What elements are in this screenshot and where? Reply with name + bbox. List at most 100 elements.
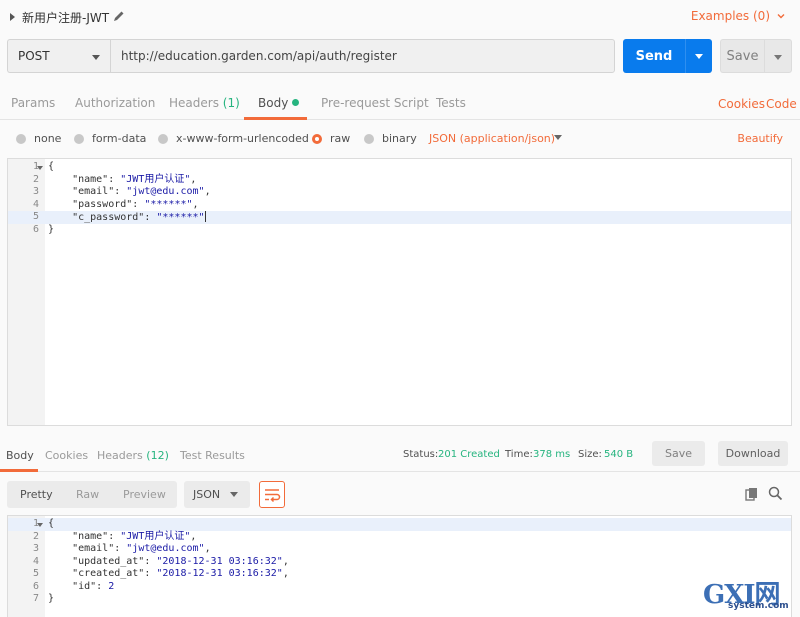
code-punct: , — [204, 186, 211, 197]
code-line: 5 "c_password": "******" — [8, 211, 791, 224]
radio-raw[interactable]: raw — [312, 132, 350, 145]
code-line: 7} — [8, 593, 791, 606]
code-line: 5 "created_at": "2018-12-31 03:16:32", — [8, 568, 791, 581]
radio-form-data[interactable]: form-data — [74, 132, 146, 145]
resp-tab-cookies[interactable]: Cookies — [45, 449, 88, 462]
code-line: 2 "name": "JWT用户认证", — [8, 531, 791, 544]
radio-binary-label: binary — [382, 132, 417, 145]
method-select[interactable]: POST — [7, 39, 110, 73]
url-value: http://education.garden.com/api/auth/reg… — [121, 49, 397, 63]
format-toggle-group: Pretty Raw Preview — [7, 481, 177, 508]
fold-arrow-icon[interactable] — [37, 166, 43, 170]
save-button[interactable]: Save — [720, 39, 764, 73]
save-options-button[interactable] — [764, 39, 792, 73]
code-text: "name": "JWT用户认证", — [48, 530, 197, 542]
examples-dropdown[interactable]: Examples (0) — [691, 9, 786, 23]
tab-params[interactable]: Params — [11, 96, 55, 110]
radio-dot — [364, 133, 374, 144]
fold-arrow-icon[interactable] — [37, 523, 43, 527]
code-text: "email": "jwt@edu.com", — [48, 543, 211, 554]
request-tabs: Params Authorization Headers (1) Body Pr… — [0, 88, 800, 120]
code-text: { — [48, 161, 54, 174]
format-raw[interactable]: Raw — [76, 488, 99, 501]
response-save-button[interactable]: Save — [652, 441, 705, 466]
code-text: "id": 2 — [48, 580, 115, 592]
text-cursor — [204, 211, 206, 222]
code-brace: } — [48, 223, 55, 235]
code-line: 1{ — [8, 518, 791, 531]
line-number: 3 — [32, 186, 39, 197]
tab-body-label: Body — [258, 96, 289, 110]
code-text: } — [48, 593, 54, 606]
line-number: 1 — [32, 161, 39, 172]
format-pretty[interactable]: Pretty — [20, 488, 53, 501]
send-button[interactable]: Send — [623, 39, 685, 73]
body-indicator-dot — [292, 99, 300, 106]
radio-binary[interactable]: binary — [364, 132, 417, 145]
radio-urlencoded[interactable]: x-www-form-urlencoded — [158, 132, 309, 145]
code-punct: , — [282, 555, 289, 567]
radio-urlencoded-label: x-www-form-urlencoded — [176, 132, 309, 145]
code-text: "name": "JWT用户认证", — [48, 173, 197, 185]
response-body-viewer[interactable]: 1{2 "name": "JWT用户认证", 3 "email": "jwt@ed… — [7, 515, 792, 617]
json-key: "name" — [48, 530, 109, 542]
json-value: "******" — [144, 198, 193, 210]
language-select[interactable]: JSON — [184, 481, 250, 508]
send-options-button[interactable] — [685, 39, 712, 73]
tab-tests[interactable]: Tests — [436, 96, 466, 110]
code-punct: , — [190, 173, 197, 185]
url-input[interactable]: http://education.garden.com/api/auth/reg… — [110, 39, 615, 73]
json-key: "updated_at" — [48, 555, 145, 567]
size-label: Size: — [578, 449, 602, 460]
collapse-caret-icon[interactable] — [10, 13, 15, 21]
line-number: 7 — [32, 593, 39, 604]
format-preview[interactable]: Preview — [123, 488, 166, 501]
request-name[interactable]: 新用户注册-JWT — [22, 9, 109, 26]
line-number: 4 — [32, 555, 39, 567]
active-tab-indicator — [244, 117, 307, 120]
chevron-down-icon[interactable] — [554, 135, 562, 140]
code-text: "password": "******", — [48, 198, 199, 210]
json-key: "created_at" — [48, 568, 145, 579]
json-key: "password" — [48, 198, 133, 210]
chevron-down-icon — [695, 54, 703, 59]
tab-prerequest-script[interactable]: Pre-request Script — [321, 96, 429, 110]
time-value[interactable]: 378 ms — [533, 449, 570, 460]
search-icon[interactable] — [768, 486, 783, 501]
request-body-editor[interactable]: 1{2 "name": "JWT用户认证", 3 "email": "jwt@ed… — [7, 158, 792, 426]
content-type-dropdown[interactable]: JSON (application/json) — [429, 132, 555, 145]
tab-authorization[interactable]: Authorization — [75, 96, 155, 110]
resp-tab-test-results[interactable]: Test Results — [180, 449, 245, 462]
tab-headers[interactable]: Headers (1) — [169, 96, 240, 110]
beautify-link[interactable]: Beautify — [737, 132, 783, 145]
resp-tab-headers[interactable]: Headers (12) — [97, 449, 169, 462]
json-key: "id" — [48, 580, 97, 592]
headers-count: (1) — [222, 96, 240, 110]
pencil-icon[interactable] — [112, 9, 126, 23]
code-text: "c_password": "******" — [48, 211, 206, 223]
code-link[interactable]: Code — [766, 97, 797, 111]
radio-dot — [74, 133, 84, 144]
code-line: 3 "email": "jwt@edu.com", — [8, 186, 791, 199]
radio-none[interactable]: none — [16, 132, 61, 145]
status-value[interactable]: 201 Created — [438, 449, 500, 460]
code-text: { — [48, 518, 54, 531]
code-brace: { — [48, 161, 55, 172]
resp-tab-body[interactable]: Body — [6, 449, 34, 462]
json-key: "c_password" — [48, 212, 145, 223]
tab-body[interactable]: Body — [258, 96, 300, 110]
line-number: 6 — [32, 223, 39, 235]
json-value: 2 — [108, 580, 115, 592]
line-number: 6 — [32, 580, 39, 592]
line-number: 5 — [32, 568, 39, 579]
wrap-lines-button[interactable] — [259, 481, 285, 508]
chevron-down-icon — [777, 14, 785, 19]
radio-dot-selected — [312, 133, 322, 144]
line-number: 5 — [32, 211, 39, 222]
code-text: "updated_at": "2018-12-31 03:16:32", — [48, 555, 289, 567]
size-value[interactable]: 540 B — [604, 449, 633, 460]
code-punct: , — [204, 543, 211, 554]
cookies-link[interactable]: Cookies — [718, 97, 765, 111]
copy-icon[interactable] — [745, 487, 759, 501]
download-button[interactable]: Download — [718, 441, 788, 466]
